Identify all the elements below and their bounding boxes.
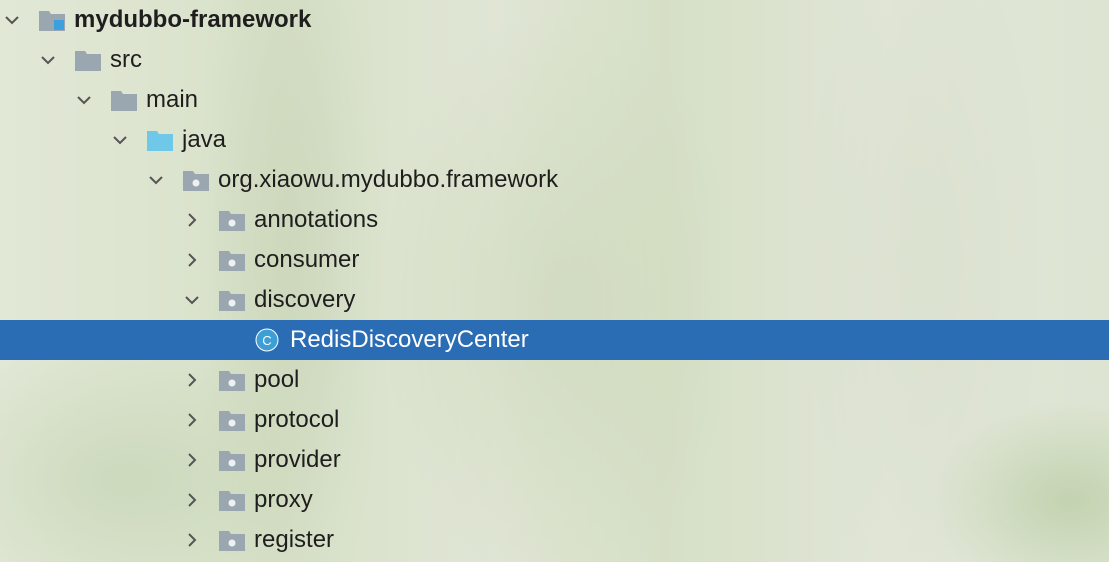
- chevron-right-icon[interactable]: [182, 210, 202, 230]
- tree-node-main[interactable]: main: [0, 80, 1109, 120]
- package-icon: [218, 368, 246, 392]
- chevron-down-icon[interactable]: [182, 290, 202, 310]
- tree-node-consumer[interactable]: consumer: [0, 240, 1109, 280]
- tree-node-pool[interactable]: pool: [0, 360, 1109, 400]
- tree-node-label: org.xiaowu.mydubbo.framework: [218, 166, 559, 193]
- module-folder-icon: [38, 8, 66, 32]
- tree-node-label: annotations: [254, 206, 379, 233]
- tree-node-proxy[interactable]: proxy: [0, 480, 1109, 520]
- package-icon: [218, 488, 246, 512]
- package-icon: [218, 288, 246, 312]
- tree-node-mydubbo-framework[interactable]: mydubbo-framework: [0, 0, 1109, 40]
- chevron-right-icon[interactable]: [182, 370, 202, 390]
- package-icon: [218, 408, 246, 432]
- tree-node-protocol[interactable]: protocol: [0, 400, 1109, 440]
- java-class-icon: C: [255, 328, 279, 352]
- package-icon: [218, 448, 246, 472]
- tree-node-annotations[interactable]: annotations: [0, 200, 1109, 240]
- chevron-right-icon[interactable]: [182, 450, 202, 470]
- tree-node-label: src: [110, 46, 142, 73]
- package-icon: [218, 208, 246, 232]
- source-root-folder-icon: [146, 128, 174, 152]
- tree-node-src[interactable]: src: [0, 40, 1109, 80]
- tree-node-label: mydubbo-framework: [74, 6, 312, 33]
- tree-node-label: consumer: [254, 246, 360, 273]
- chevron-down-icon[interactable]: [2, 10, 22, 30]
- tree-node-label: main: [146, 86, 199, 113]
- tree-node-register[interactable]: register: [0, 520, 1109, 560]
- chevron-right-icon[interactable]: [182, 250, 202, 270]
- package-icon: [218, 528, 246, 552]
- tree-node-label: pool: [254, 366, 300, 393]
- project-tree: mydubbo-framework src main java org.xiao…: [0, 0, 1109, 562]
- package-icon: [182, 168, 210, 192]
- chevron-right-icon[interactable]: [182, 490, 202, 510]
- tree-node-redis-discovery-center[interactable]: C RedisDiscoveryCenter: [0, 320, 1109, 360]
- tree-node-label: proxy: [254, 486, 313, 513]
- tree-node-package-root[interactable]: org.xiaowu.mydubbo.framework: [0, 160, 1109, 200]
- tree-node-label: java: [182, 126, 227, 153]
- tree-node-label: register: [254, 526, 335, 553]
- tree-node-discovery[interactable]: discovery: [0, 280, 1109, 320]
- chevron-down-icon[interactable]: [110, 130, 130, 150]
- package-icon: [218, 248, 246, 272]
- tree-node-java[interactable]: java: [0, 120, 1109, 160]
- class-badge-letter: C: [262, 333, 271, 348]
- chevron-down-icon[interactable]: [38, 50, 58, 70]
- tree-node-label: discovery: [254, 286, 356, 313]
- chevron-right-icon[interactable]: [182, 530, 202, 550]
- folder-icon: [110, 88, 138, 112]
- folder-icon: [74, 48, 102, 72]
- chevron-down-icon[interactable]: [146, 170, 166, 190]
- tree-node-label: provider: [254, 446, 341, 473]
- chevron-down-icon[interactable]: [74, 90, 94, 110]
- tree-node-label: RedisDiscoveryCenter: [290, 326, 529, 353]
- chevron-right-icon[interactable]: [182, 410, 202, 430]
- tree-node-label: protocol: [254, 406, 340, 433]
- tree-node-provider[interactable]: provider: [0, 440, 1109, 480]
